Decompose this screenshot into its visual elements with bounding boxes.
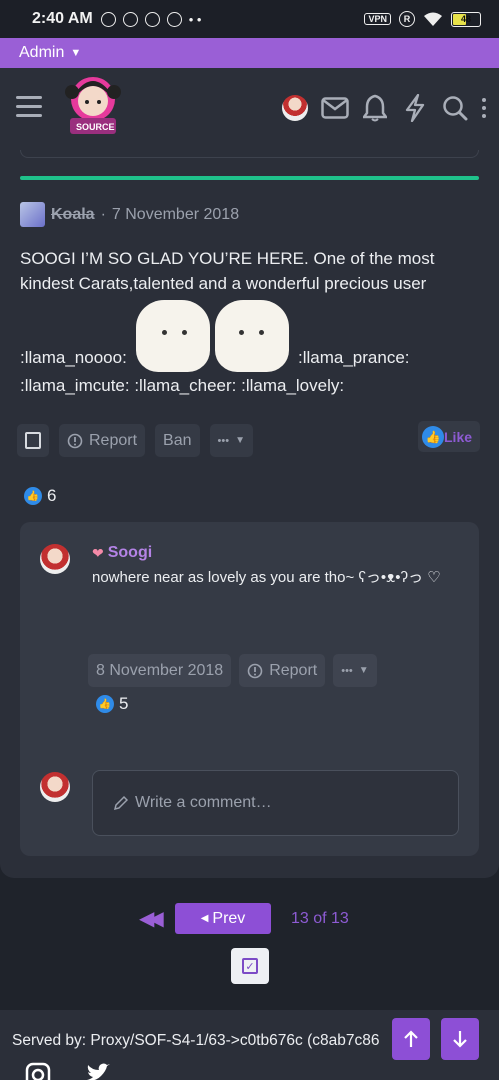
arrow-up-icon: [404, 1030, 418, 1047]
pagination: ◀◀ ◀ Prev 13 of 13: [139, 903, 349, 934]
author-name[interactable]: Koala: [51, 206, 95, 224]
comment-placeholder: Write a comment…: [135, 794, 272, 811]
alert-circle-icon: [247, 663, 263, 678]
more-options-button[interactable]: ••• ▼: [333, 654, 377, 687]
admin-label: Admin: [19, 44, 65, 61]
current-user-avatar: [40, 772, 70, 802]
app-notification-icon: [122, 11, 138, 27]
r-badge: R: [399, 11, 415, 27]
scroll-down-button[interactable]: [441, 1018, 479, 1060]
user-avatar[interactable]: [281, 94, 309, 122]
report-button[interactable]: Report: [59, 424, 146, 457]
mail-icon[interactable]: [321, 94, 349, 122]
alarm-icon: [100, 11, 116, 27]
instagram-icon[interactable]: [25, 1062, 51, 1080]
emoji-code: :llama_prance:: [298, 348, 410, 367]
post-body: SOOGI I’M SO GLAD YOU’RE HERE. One of th…: [20, 249, 435, 293]
comment-input[interactable]: Write a comment…: [92, 770, 459, 836]
thumbs-up-icon: 👍: [24, 487, 42, 505]
reaction-count: 5: [119, 694, 129, 713]
meta-separator: ·: [100, 205, 106, 223]
pencil-icon: [113, 795, 129, 811]
status-time: 2:40 AM: [32, 10, 93, 27]
scroll-up-button[interactable]: [392, 1018, 430, 1060]
like-button[interactable]: 👍 Like: [418, 421, 480, 452]
reaction-count: 6: [47, 486, 57, 505]
battery-icon: 48: [451, 11, 481, 27]
notification-icons: • •: [100, 11, 202, 27]
chevron-down-icon: ▼: [70, 47, 82, 59]
post-meta: Koala · 7 November 2018: [20, 202, 239, 227]
author-avatar[interactable]: [20, 202, 45, 227]
post-reactions[interactable]: 👍 6: [24, 486, 56, 506]
hamburger-menu-icon[interactable]: [16, 96, 42, 118]
multi-select-button[interactable]: ✓: [231, 948, 269, 984]
bell-icon[interactable]: [361, 94, 389, 122]
kebab-menu-icon[interactable]: [481, 98, 487, 118]
admin-menu[interactable]: Admin ▼: [0, 38, 499, 68]
post-date[interactable]: 7 November 2018: [112, 206, 239, 224]
previous-post-edge: [20, 150, 479, 158]
first-page-icon[interactable]: ◀◀: [139, 906, 165, 931]
arrow-down-icon: [453, 1031, 467, 1048]
site-logo[interactable]: SOURCE: [62, 72, 124, 140]
chevron-left-icon: ◀: [200, 913, 209, 924]
reply-body: nowhere near as lovely as you are tho~ ʕ…: [92, 569, 441, 586]
status-bar: 2:40 AM • • VPN R 48: [0, 0, 499, 38]
wifi-icon: [424, 12, 442, 26]
reply-avatar[interactable]: [40, 544, 70, 574]
more-notifications-icon: • •: [188, 11, 202, 27]
lightning-icon[interactable]: [401, 94, 429, 122]
ban-button[interactable]: Ban: [155, 424, 200, 457]
chevron-down-icon: ▼: [358, 665, 369, 676]
checkbox-icon: ✓: [242, 958, 258, 974]
chevron-down-icon: ▼: [235, 435, 245, 446]
served-by-text: Served by: Proxy/SOF-S4-1/63->c0tb676c (…: [12, 1032, 380, 1049]
thumbs-up-icon: 👍: [96, 695, 114, 713]
twitter-icon[interactable]: [85, 1062, 111, 1080]
site-header: SOURCE: [0, 68, 499, 150]
download-icon: [166, 11, 182, 27]
post-divider: [20, 176, 479, 180]
whatsapp-icon: [144, 11, 160, 27]
llama-emoji-image: [215, 300, 289, 372]
report-button[interactable]: Report: [239, 654, 326, 687]
emoji-codes: :llama_imcute: :llama_cheer: :llama_love…: [20, 376, 345, 395]
reply-date[interactable]: 8 November 2018: [88, 654, 232, 687]
reply-reactions[interactable]: 👍 5: [96, 694, 128, 714]
search-icon[interactable]: [441, 94, 469, 122]
prev-page-button[interactable]: ◀ Prev: [175, 903, 271, 934]
vpn-badge: VPN: [364, 13, 391, 25]
reply-actions: 8 November 2018 Report ••• ▼: [88, 654, 377, 687]
more-options-button[interactable]: ••• ▼: [209, 424, 253, 457]
emoji-code: :llama_noooo:: [20, 348, 127, 367]
llama-emoji-image: [136, 300, 210, 372]
footer: Served by: Proxy/SOF-S4-1/63->c0tb676c (…: [0, 1010, 499, 1080]
select-checkbox[interactable]: [17, 424, 49, 457]
post-actions: Report Ban ••• ▼: [17, 424, 253, 457]
reply-author[interactable]: ❤ Soogi: [92, 544, 152, 562]
alert-circle-icon: [67, 433, 83, 448]
heart-icon: ❤: [92, 544, 104, 561]
page-indicator[interactable]: 13 of 13: [291, 910, 349, 928]
thumbs-up-icon: 👍: [422, 425, 444, 448]
reply-thread: ❤ Soogi nowhere near as lovely as you ar…: [20, 522, 479, 856]
logo-text: SOURCE: [76, 122, 115, 132]
